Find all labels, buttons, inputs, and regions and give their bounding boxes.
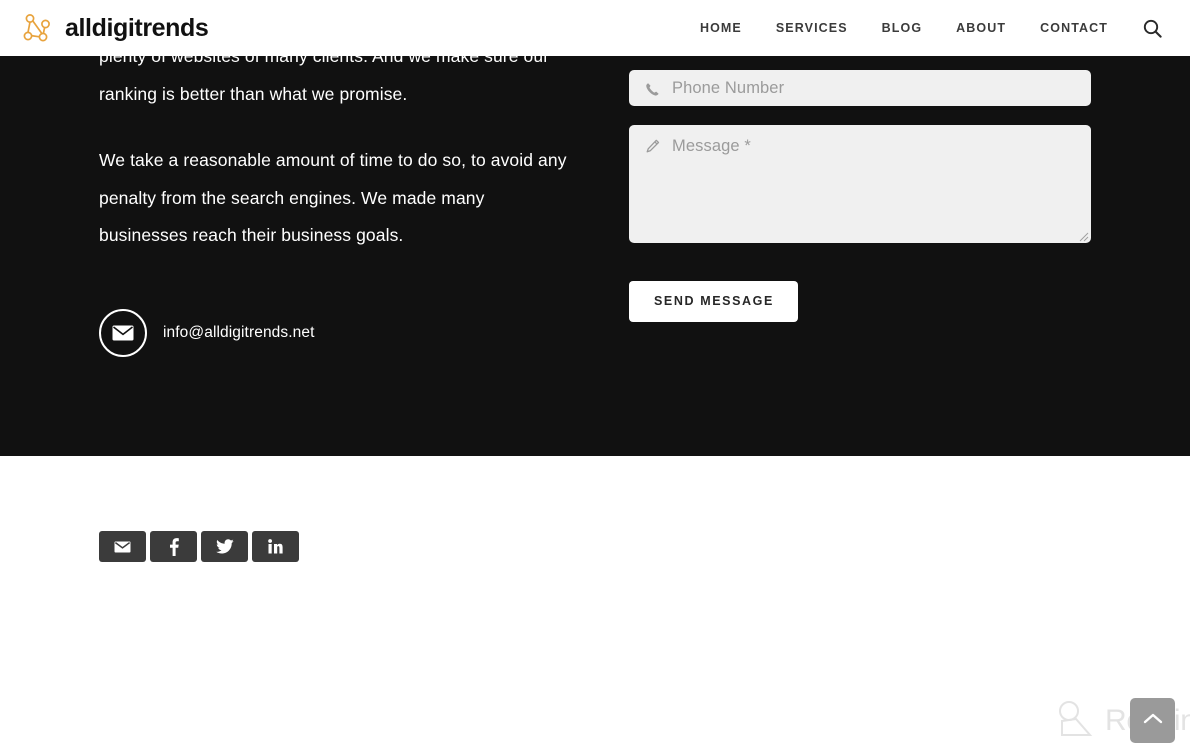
nav-item-home[interactable]: HOME [683, 21, 759, 35]
site-header: alldigitrends HOME SERVICES BLOG ABOUT C… [0, 0, 1190, 56]
contact-dark-section: plenty of websites of many clients. And … [0, 56, 1190, 456]
nav-item-blog[interactable]: BLOG [865, 21, 940, 35]
social-links [99, 531, 299, 562]
phone-placeholder: Phone Number [672, 79, 785, 97]
intro-copy: plenty of websites of many clients. And … [99, 56, 569, 255]
nav-item-contact[interactable]: CONTACT [1023, 21, 1125, 35]
brand-name: alldigitrends [65, 13, 209, 42]
main-navigation: HOME SERVICES BLOG ABOUT CONTACT [683, 19, 1172, 38]
social-email-button[interactable] [99, 531, 146, 562]
nav-item-services[interactable]: SERVICES [759, 21, 865, 35]
intro-paragraph-1: plenty of websites of many clients. And … [99, 56, 550, 104]
search-icon[interactable] [1125, 19, 1172, 38]
intro-paragraph-2: We take a reasonable amount of time to d… [99, 150, 567, 245]
chevron-up-icon [1143, 712, 1163, 730]
message-placeholder: Message * [672, 137, 751, 155]
phone-field[interactable]: Phone Number [629, 70, 1091, 106]
nav-item-about[interactable]: ABOUT [939, 21, 1023, 35]
send-message-button[interactable]: SEND MESSAGE [629, 281, 798, 322]
textarea-resize-handle[interactable] [1077, 229, 1089, 242]
contact-email-row[interactable]: info@alldigitrends.net [99, 309, 315, 357]
scroll-to-top-button[interactable] [1130, 698, 1175, 743]
network-nodes-icon [22, 13, 54, 43]
phone-icon [643, 80, 661, 98]
contact-email-link[interactable]: info@alldigitrends.net [163, 324, 315, 342]
contact-form: Phone Number Message * SEND MESSAGE [629, 70, 1091, 322]
social-facebook-button[interactable] [150, 531, 197, 562]
social-linkedin-button[interactable] [252, 531, 299, 562]
message-field[interactable]: Message * [629, 125, 1091, 243]
social-twitter-button[interactable] [201, 531, 248, 562]
pencil-icon [643, 137, 661, 155]
brand-logo[interactable]: alldigitrends [22, 13, 209, 43]
envelope-icon [99, 309, 147, 357]
site-footer: GoodFirms Top SEO Companies © 2014-2022 … [0, 456, 1190, 753]
